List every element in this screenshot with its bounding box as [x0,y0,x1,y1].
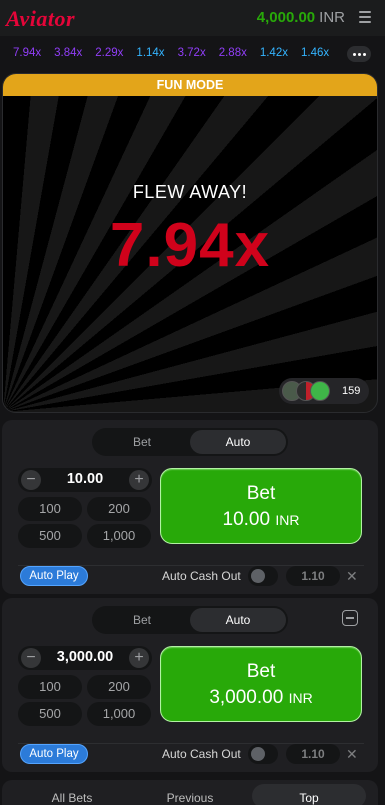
bet-panel-1: Bet Auto − 10.00 + 100 200 500 1,000 Bet… [2,420,378,594]
balance-amount: 4,000.00 [256,9,316,26]
aviator-logo: Aviator [6,6,76,31]
increase-amount-button[interactable]: + [129,648,149,668]
game-canvas: FUN MODE FLEW AWAY! 7.94x 159 [2,73,378,413]
auto-cash-out-label: Auto Cash Out [162,747,241,761]
more-history-button[interactable] [347,46,371,62]
quick-amount-button[interactable]: 200 [87,497,151,521]
tab-auto[interactable]: Auto [190,608,286,632]
balance-currency: INR [319,9,345,26]
history-multiplier[interactable]: 1.46x [301,47,329,59]
auto-settings-row: Auto Play Auto Cash Out 1.10 ✕ [18,743,364,765]
online-players: 159 [279,378,369,404]
bet-amount-controls: − 3,000.00 + 100 200 500 1,000 [18,646,152,728]
crash-multiplier: 7.94x [109,211,271,280]
quick-amount-button[interactable]: 100 [18,675,82,699]
auto-cash-out-label: Auto Cash Out [162,569,241,583]
bet-amount-input[interactable]: 3,000.00 [42,649,128,665]
increase-amount-button[interactable]: + [129,470,149,490]
bet-mode-switch: Bet Auto [92,606,288,634]
auto-settings-row: Auto Play Auto Cash Out 1.10 ✕ [18,565,364,587]
bet-amount-stepper: − 3,000.00 + [18,646,152,670]
cash-out-multiplier-input[interactable]: 1.10 [286,566,340,586]
decrease-amount-button[interactable]: − [21,470,41,490]
history-multiplier[interactable]: 1.42x [260,47,288,59]
quick-amount-button[interactable]: 200 [87,675,151,699]
tab-bet[interactable]: Bet [94,608,190,632]
remove-panel-icon[interactable] [342,610,358,626]
quick-amount-button[interactable]: 500 [18,524,82,548]
history-multiplier[interactable]: 2.29x [95,47,123,59]
top-bar: Aviator 4,000.00 INR [0,0,385,36]
quick-amount-button[interactable]: 100 [18,497,82,521]
balance-display: 4,000.00 INR [257,9,345,26]
quick-amount-button[interactable]: 1,000 [87,524,151,548]
auto-play-button[interactable]: Auto Play [20,744,88,764]
history-multiplier[interactable]: 2.88x [219,47,247,59]
history-multiplier[interactable]: 7.94x [13,47,41,59]
bet-button-amount: 3,000.00 INR [209,687,313,708]
history-multiplier[interactable]: 3.84x [54,47,82,59]
quick-amount-button[interactable]: 1,000 [87,702,151,726]
bet-button-label: Bet [246,483,276,504]
cash-out-multiplier-input[interactable]: 1.10 [286,744,340,764]
bet-amount-input[interactable]: 10.00 [42,471,128,487]
bet-amount-stepper: − 10.00 + [18,468,152,492]
bet-panel-2: Bet Auto − 3,000.00 + 100 200 500 1,000 … [2,598,378,772]
auto-cash-out-toggle[interactable] [248,566,278,586]
close-icon[interactable]: ✕ [346,568,358,585]
multiplier-history: 7.94x 3.84x 2.29x 1.14x 3.72x 2.88x 1.42… [0,36,385,70]
tab-all-bets[interactable]: All Bets [32,784,112,805]
auto-cash-out-toggle[interactable] [248,744,278,764]
bet-amount-controls: − 10.00 + 100 200 500 1,000 [18,468,152,550]
tab-top[interactable]: Top [252,784,366,805]
fun-mode-banner: FUN MODE [3,74,377,96]
quick-amount-button[interactable]: 500 [18,702,82,726]
bet-button-label: Bet [246,661,276,682]
auto-play-button[interactable]: Auto Play [20,566,88,586]
players-count: 159 [342,385,361,397]
bets-list-tabs: All Bets Previous Top [2,780,378,805]
tab-auto[interactable]: Auto [190,430,286,454]
tab-previous[interactable]: Previous [150,784,230,805]
bet-mode-switch: Bet Auto [92,428,288,456]
history-multiplier[interactable]: 1.14x [136,47,164,59]
history-multiplier[interactable]: 3.72x [178,47,206,59]
bet-button-amount: 10.00 INR [222,509,300,530]
round-status: FLEW AWAY! [132,182,248,202]
tab-bet[interactable]: Bet [94,430,190,454]
place-bet-button[interactable]: Bet 10.00 INR [160,468,362,544]
avatar [310,381,330,401]
close-icon[interactable]: ✕ [346,746,358,763]
hamburger-menu-icon[interactable] [359,11,371,23]
decrease-amount-button[interactable]: − [21,648,41,668]
place-bet-button[interactable]: Bet 3,000.00 INR [160,646,362,722]
